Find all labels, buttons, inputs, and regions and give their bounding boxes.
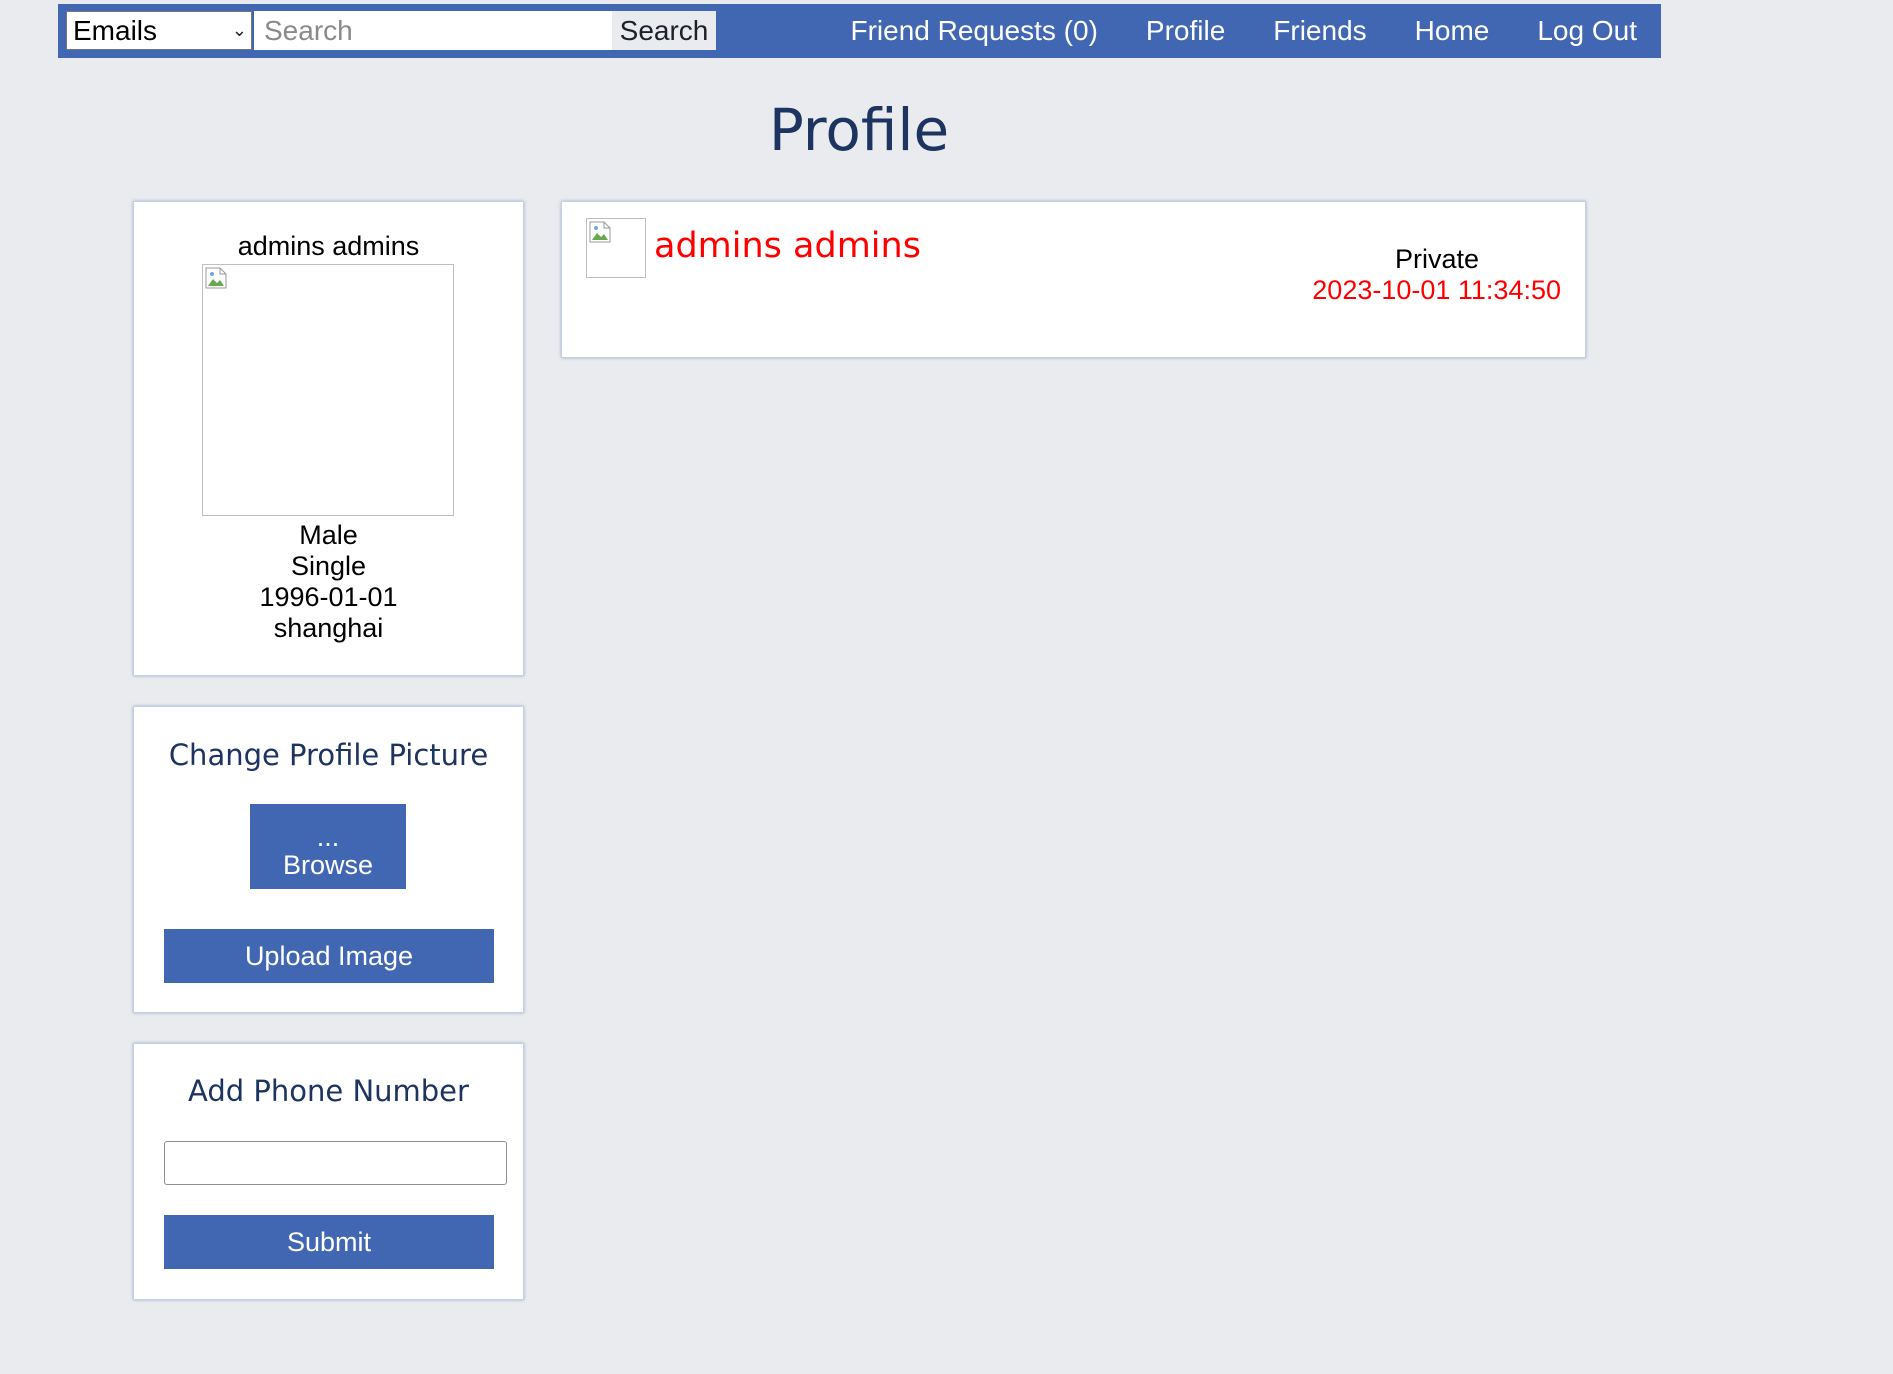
browse-dots: ... xyxy=(316,822,340,852)
browse-button[interactable]: ... Browse xyxy=(250,804,406,889)
broken-image-icon xyxy=(589,221,611,243)
change-picture-card: Change Profile Picture ... Browse Upload… xyxy=(133,706,524,1013)
profile-details: Male Single 1996-01-01 shanghai xyxy=(134,520,523,644)
phone-number-input[interactable] xyxy=(164,1141,507,1185)
profile-relationship-status: Single xyxy=(290,551,367,581)
submit-button[interactable]: Submit xyxy=(164,1215,494,1269)
post-timestamp: 2023-10-01 11:34:50 xyxy=(1312,275,1561,305)
profile-card: admins admins Male Single 1996-01-01 sha… xyxy=(133,201,524,676)
search-type-value: Emails xyxy=(73,15,158,46)
post-author-link[interactable]: admins admins xyxy=(654,226,921,266)
browse-label: Browse xyxy=(282,850,374,880)
top-navbar: Emails ⌄ Search Friend Requests (0) Prof… xyxy=(58,4,1661,58)
nav-links: Friend Requests (0) Profile Friends Home… xyxy=(802,4,1637,58)
phone-heading: Add Phone Number xyxy=(188,1074,469,1108)
search-button[interactable]: Search xyxy=(612,11,716,50)
post-card: admins admins Private 2023-10-01 11:34:5… xyxy=(561,201,1586,358)
post-avatar xyxy=(586,218,646,278)
profile-location: shanghai xyxy=(273,613,384,643)
nav-profile[interactable]: Profile xyxy=(1146,15,1225,47)
phone-card: Add Phone Number Submit xyxy=(133,1043,524,1300)
nav-friend-requests[interactable]: Friend Requests (0) xyxy=(850,15,1097,47)
search-type-select[interactable]: Emails ⌄ xyxy=(66,11,252,50)
broken-image-icon xyxy=(205,267,227,289)
change-picture-heading: Change Profile Picture xyxy=(168,738,489,772)
post-privacy: Private xyxy=(1394,244,1479,274)
chevron-down-icon: ⌄ xyxy=(231,20,247,40)
profile-picture xyxy=(202,264,454,516)
nav-log-out[interactable]: Log Out xyxy=(1537,15,1637,47)
profile-birthday: 1996-01-01 xyxy=(259,582,398,612)
profile-gender: Male xyxy=(299,520,358,550)
nav-friends[interactable]: Friends xyxy=(1273,15,1366,47)
profile-name: admins admins xyxy=(237,231,420,261)
nav-home[interactable]: Home xyxy=(1415,15,1490,47)
upload-image-button[interactable]: Upload Image xyxy=(164,929,494,983)
search-input[interactable] xyxy=(254,11,612,50)
page-title: Profile xyxy=(768,96,950,164)
